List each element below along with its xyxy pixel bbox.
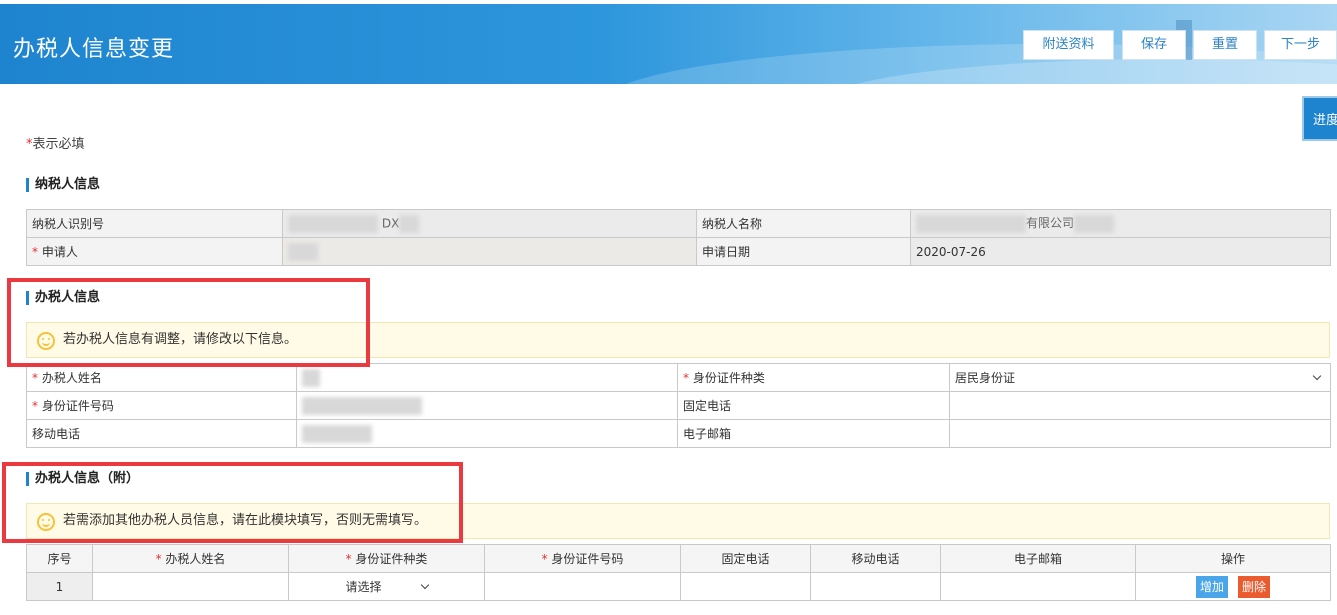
row-name-input[interactable] — [92, 572, 289, 601]
mobile-label: 移动电话 — [26, 419, 297, 448]
page-title: 办税人信息变更 — [13, 37, 175, 62]
phone-input[interactable] — [949, 391, 1331, 420]
id-number-label: * 身份证件号码 — [26, 391, 297, 420]
delete-row-button[interactable]: 删除 — [1238, 575, 1271, 598]
agent-name-label: * 办税人姓名 — [26, 363, 297, 392]
col-index: 序号 — [26, 544, 93, 573]
id-number-input[interactable] — [296, 391, 678, 420]
agent-info-table: * 办税人姓名 * 身份证件种类 居民身份证 * 身份证件号码 固定电话 移动电… — [26, 363, 1331, 448]
col-mobile: 移动电话 — [810, 544, 941, 573]
id-type-select[interactable]: 居民身份证 — [949, 363, 1331, 392]
row-index: 1 — [26, 572, 93, 601]
row-id-type-select[interactable]: 请选择 — [288, 572, 485, 601]
email-label: 电子邮箱 — [677, 419, 950, 448]
required-note: *表示必填 — [26, 133, 85, 152]
row-id-number-input[interactable] — [484, 572, 681, 601]
col-email: 电子邮箱 — [940, 544, 1136, 573]
add-row-button[interactable]: 增加 — [1195, 575, 1228, 598]
reset-button[interactable]: 重置 — [1193, 30, 1257, 60]
taxpayer-name-value: 有限公司 — [910, 209, 1331, 238]
email-input[interactable] — [949, 419, 1331, 448]
apply-date-label: 申请日期 — [696, 237, 911, 266]
save-button[interactable]: 保存 — [1122, 30, 1186, 60]
page-header: 办税人信息变更 附送资料 保存 重置 下一步 — [0, 4, 1337, 84]
row-email-input[interactable] — [940, 572, 1136, 601]
agent-name-input[interactable] — [296, 363, 678, 392]
col-phone: 固定电话 — [680, 544, 811, 573]
taxpayer-info-table: 纳税人识别号 DX 纳税人名称 有限公司 * 申请人 申请日期 2020-07-… — [26, 209, 1331, 266]
col-actions: 操作 — [1135, 544, 1331, 573]
extra-agents-table: 序号 * 办税人姓名 * 身份证件种类 * 身份证件号码 固定电话 移动电话 电… — [26, 544, 1331, 601]
mobile-input[interactable] — [296, 419, 678, 448]
chevron-down-icon — [420, 580, 429, 590]
table-row: 1 请选择 增加 删除 — [26, 572, 1331, 601]
row-actions: 增加 删除 — [1135, 572, 1331, 601]
highlight-box-extra — [2, 462, 463, 543]
attach-docs-button[interactable]: 附送资料 — [1023, 30, 1114, 60]
id-type-label: * 身份证件种类 — [677, 363, 950, 392]
applicant-field[interactable] — [282, 237, 697, 266]
apply-date-value: 2020-07-26 — [910, 237, 1331, 266]
table-header-row: 序号 * 办税人姓名 * 身份证件种类 * 身份证件号码 固定电话 移动电话 电… — [26, 544, 1331, 573]
chevron-down-icon — [1312, 371, 1322, 381]
required-note-text: 表示必填 — [32, 137, 85, 152]
row-phone-input[interactable] — [680, 572, 811, 601]
highlight-box-agent — [7, 278, 370, 367]
taxpayer-id-label: 纳税人识别号 — [26, 209, 283, 238]
progress-tab[interactable]: 进度 — [1302, 96, 1337, 141]
col-name: * 办税人姓名 — [92, 544, 289, 573]
col-id-number: * 身份证件号码 — [484, 544, 681, 573]
row-mobile-input[interactable] — [810, 572, 941, 601]
taxpayer-id-value: DX — [282, 209, 697, 238]
next-step-button[interactable]: 下一步 — [1264, 30, 1337, 60]
col-id-type: * 身份证件种类 — [288, 544, 485, 573]
taxpayer-section-title: 纳税人信息 — [26, 178, 100, 192]
phone-label: 固定电话 — [677, 391, 950, 420]
taxpayer-name-label: 纳税人名称 — [696, 209, 911, 238]
applicant-label: * 申请人 — [26, 237, 283, 266]
